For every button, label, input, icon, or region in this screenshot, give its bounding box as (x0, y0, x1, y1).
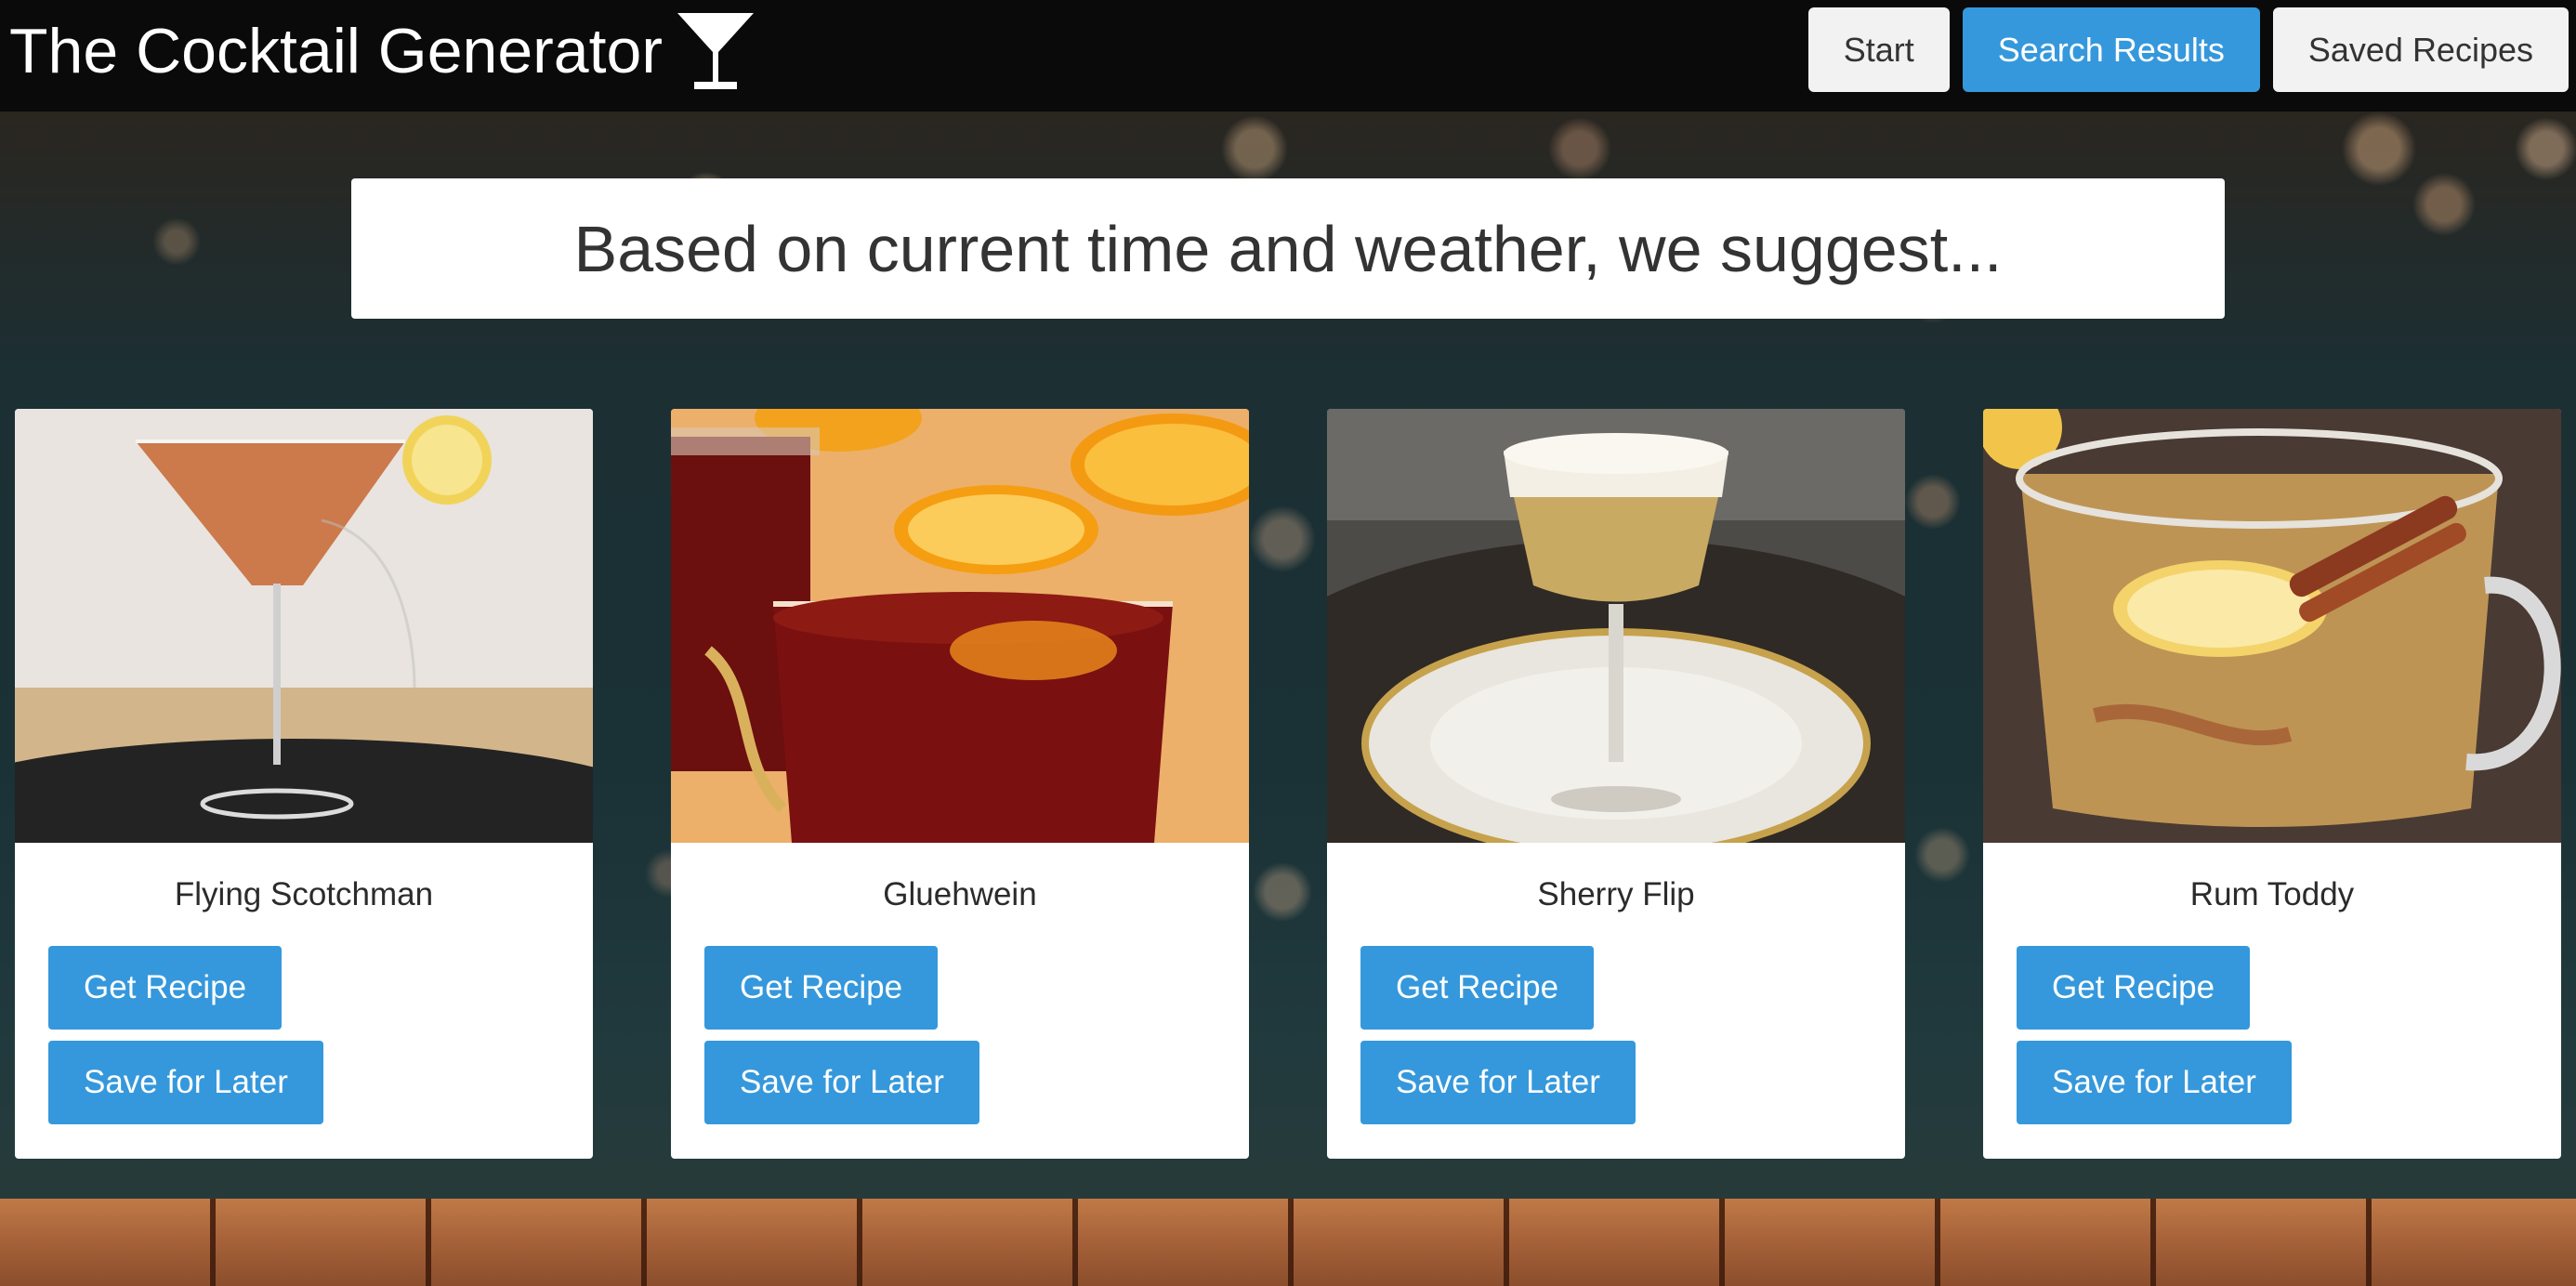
rum-toddy-photo (1983, 409, 2561, 843)
save-for-later-button[interactable]: Save for Later (1360, 1041, 1636, 1124)
cocktail-name: Flying Scotchman (174, 876, 434, 912)
cocktail-card: Flying Scotchman Get Recipe Save for Lat… (15, 409, 593, 1159)
cocktail-name: Gluehwein (883, 876, 1037, 912)
get-recipe-button[interactable]: Get Recipe (704, 946, 939, 1030)
get-recipe-button[interactable]: Get Recipe (48, 946, 283, 1030)
save-for-later-button[interactable]: Save for Later (704, 1041, 979, 1124)
suggestion-banner: Based on current time and weather, we su… (351, 178, 2225, 319)
get-recipe-button[interactable]: Get Recipe (1360, 946, 1595, 1030)
cocktail-name: Rum Toddy (2189, 876, 2355, 912)
cocktail-glass-icon (676, 9, 756, 93)
app-title: The Cocktail Generator (9, 16, 663, 86)
top-navbar: The Cocktail Generator Start Search Resu… (0, 0, 2576, 112)
wooden-counter-image (0, 1199, 2576, 1286)
save-for-later-button[interactable]: Save for Later (2017, 1041, 2292, 1124)
nav-saved-recipes-button[interactable]: Saved Recipes (2272, 7, 2569, 92)
suggestion-heading: Based on current time and weather, we su… (573, 212, 2003, 285)
main-nav: Start Search Results Saved Recipes (1807, 7, 2569, 92)
cocktail-card: Rum Toddy Get Recipe Save for Later (1983, 409, 2561, 1159)
cocktail-card: Sherry Flip Get Recipe Save for Later (1327, 409, 1905, 1159)
save-for-later-button[interactable]: Save for Later (48, 1041, 323, 1124)
nav-search-results-button[interactable]: Search Results (1962, 7, 2260, 92)
sherry-flip-photo (1327, 409, 1905, 843)
cocktail-card: Gluehwein Get Recipe Save for Later (671, 409, 1249, 1159)
flying-scotchman-photo (15, 409, 593, 843)
gluehwein-photo (671, 409, 1249, 843)
nav-start-button[interactable]: Start (1807, 7, 1950, 92)
brand[interactable]: The Cocktail Generator (9, 9, 756, 93)
cocktail-name: Sherry Flip (1537, 876, 1695, 912)
get-recipe-button[interactable]: Get Recipe (2017, 946, 2251, 1030)
